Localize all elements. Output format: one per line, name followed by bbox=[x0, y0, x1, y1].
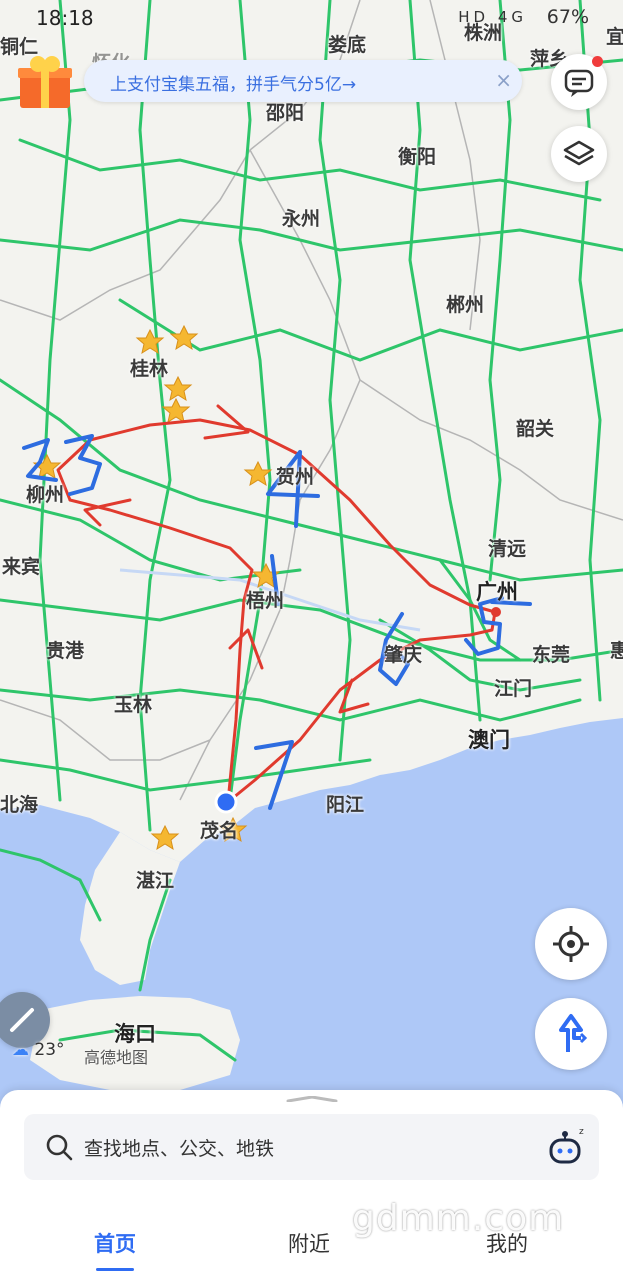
city-chenzhou[interactable]: 郴州 bbox=[446, 290, 484, 317]
notification-dot bbox=[592, 56, 603, 67]
city-guangzhou[interactable]: 广州 bbox=[476, 576, 518, 606]
search-bar[interactable]: 查找地点、公交、地铁 z bbox=[24, 1114, 599, 1180]
weather-widget[interactable]: ☁ 23° bbox=[12, 1040, 65, 1060]
city-hui[interactable]: 惠 bbox=[610, 636, 623, 663]
city-qingyuan[interactable]: 清远 bbox=[488, 534, 526, 561]
promo-banner[interactable]: 上支付宝集五福，拼手气分5亿→ × bbox=[84, 60, 522, 102]
layers-button[interactable] bbox=[551, 126, 607, 182]
city-zhanjiang[interactable]: 湛江 bbox=[136, 866, 174, 893]
search-icon bbox=[46, 1134, 73, 1161]
tab-home[interactable]: 首页 bbox=[94, 1228, 136, 1258]
city-maoming[interactable]: 茂名 bbox=[200, 816, 238, 843]
close-icon[interactable]: × bbox=[495, 68, 512, 92]
city-yangjiang[interactable]: 阳江 bbox=[326, 790, 364, 817]
city-hezhou[interactable]: 贺州 bbox=[276, 462, 314, 489]
assistant-icon[interactable]: z bbox=[547, 1126, 587, 1168]
city-laibin[interactable]: 来宾 bbox=[2, 552, 40, 579]
city-dongguan[interactable]: 东莞 bbox=[532, 640, 570, 667]
watermark: gdmm.com bbox=[352, 1198, 565, 1239]
locate-icon bbox=[553, 926, 589, 962]
city-zhaoqing[interactable]: 肇庆 bbox=[384, 640, 422, 667]
city-guilin[interactable]: 桂林 bbox=[130, 354, 168, 381]
brand-logo: 高德地图 bbox=[84, 1048, 149, 1067]
weather-temp: 23° bbox=[34, 1040, 65, 1060]
search-input[interactable]: 查找地点、公交、地铁 bbox=[84, 1134, 274, 1161]
tab-nearby[interactable]: 附近 bbox=[288, 1228, 330, 1258]
status-bar: 18:18 HD 4G 67% bbox=[0, 0, 623, 38]
svg-text:z: z bbox=[579, 1127, 584, 1137]
city-shaoguan[interactable]: 韶关 bbox=[516, 414, 554, 441]
city-beihai[interactable]: 北海 bbox=[0, 790, 38, 817]
status-time: 18:18 bbox=[36, 6, 94, 30]
sheet-handle[interactable] bbox=[286, 1096, 338, 1102]
status-battery: 67% bbox=[546, 6, 589, 28]
city-jiangmen[interactable]: 江门 bbox=[494, 674, 532, 701]
navigate-icon bbox=[559, 1014, 588, 1052]
layers-icon bbox=[563, 140, 595, 166]
city-liuzhou[interactable]: 柳州 bbox=[26, 480, 64, 507]
map-canvas[interactable] bbox=[0, 0, 623, 1280]
city-guigang[interactable]: 贵港 bbox=[46, 636, 84, 663]
city-yulin[interactable]: 玉林 bbox=[114, 690, 152, 717]
city-wuzhou[interactable]: 梧州 bbox=[246, 586, 284, 613]
weather-cloud-icon: ☁ bbox=[12, 1040, 29, 1060]
message-button[interactable] bbox=[551, 54, 607, 110]
gift-icon[interactable] bbox=[16, 52, 74, 110]
current-location-dot bbox=[214, 790, 238, 814]
bottom-sheet[interactable]: 查找地点、公交、地铁 z 首页 附近 我的 bbox=[0, 1090, 623, 1280]
city-macau[interactable]: 澳门 bbox=[468, 724, 510, 754]
navigate-button[interactable] bbox=[535, 998, 607, 1070]
city-hengyang[interactable]: 衡阳 bbox=[398, 142, 436, 169]
locate-button[interactable] bbox=[535, 908, 607, 980]
tab-active-indicator bbox=[96, 1268, 134, 1271]
promo-banner-text[interactable]: 上支付宝集五福，拼手气分5亿→ bbox=[110, 70, 356, 95]
status-network: HD 4G bbox=[458, 8, 527, 26]
city-yongzhou[interactable]: 永州 bbox=[282, 204, 320, 231]
city-shaoyang[interactable]: 邵阳 bbox=[266, 98, 304, 125]
